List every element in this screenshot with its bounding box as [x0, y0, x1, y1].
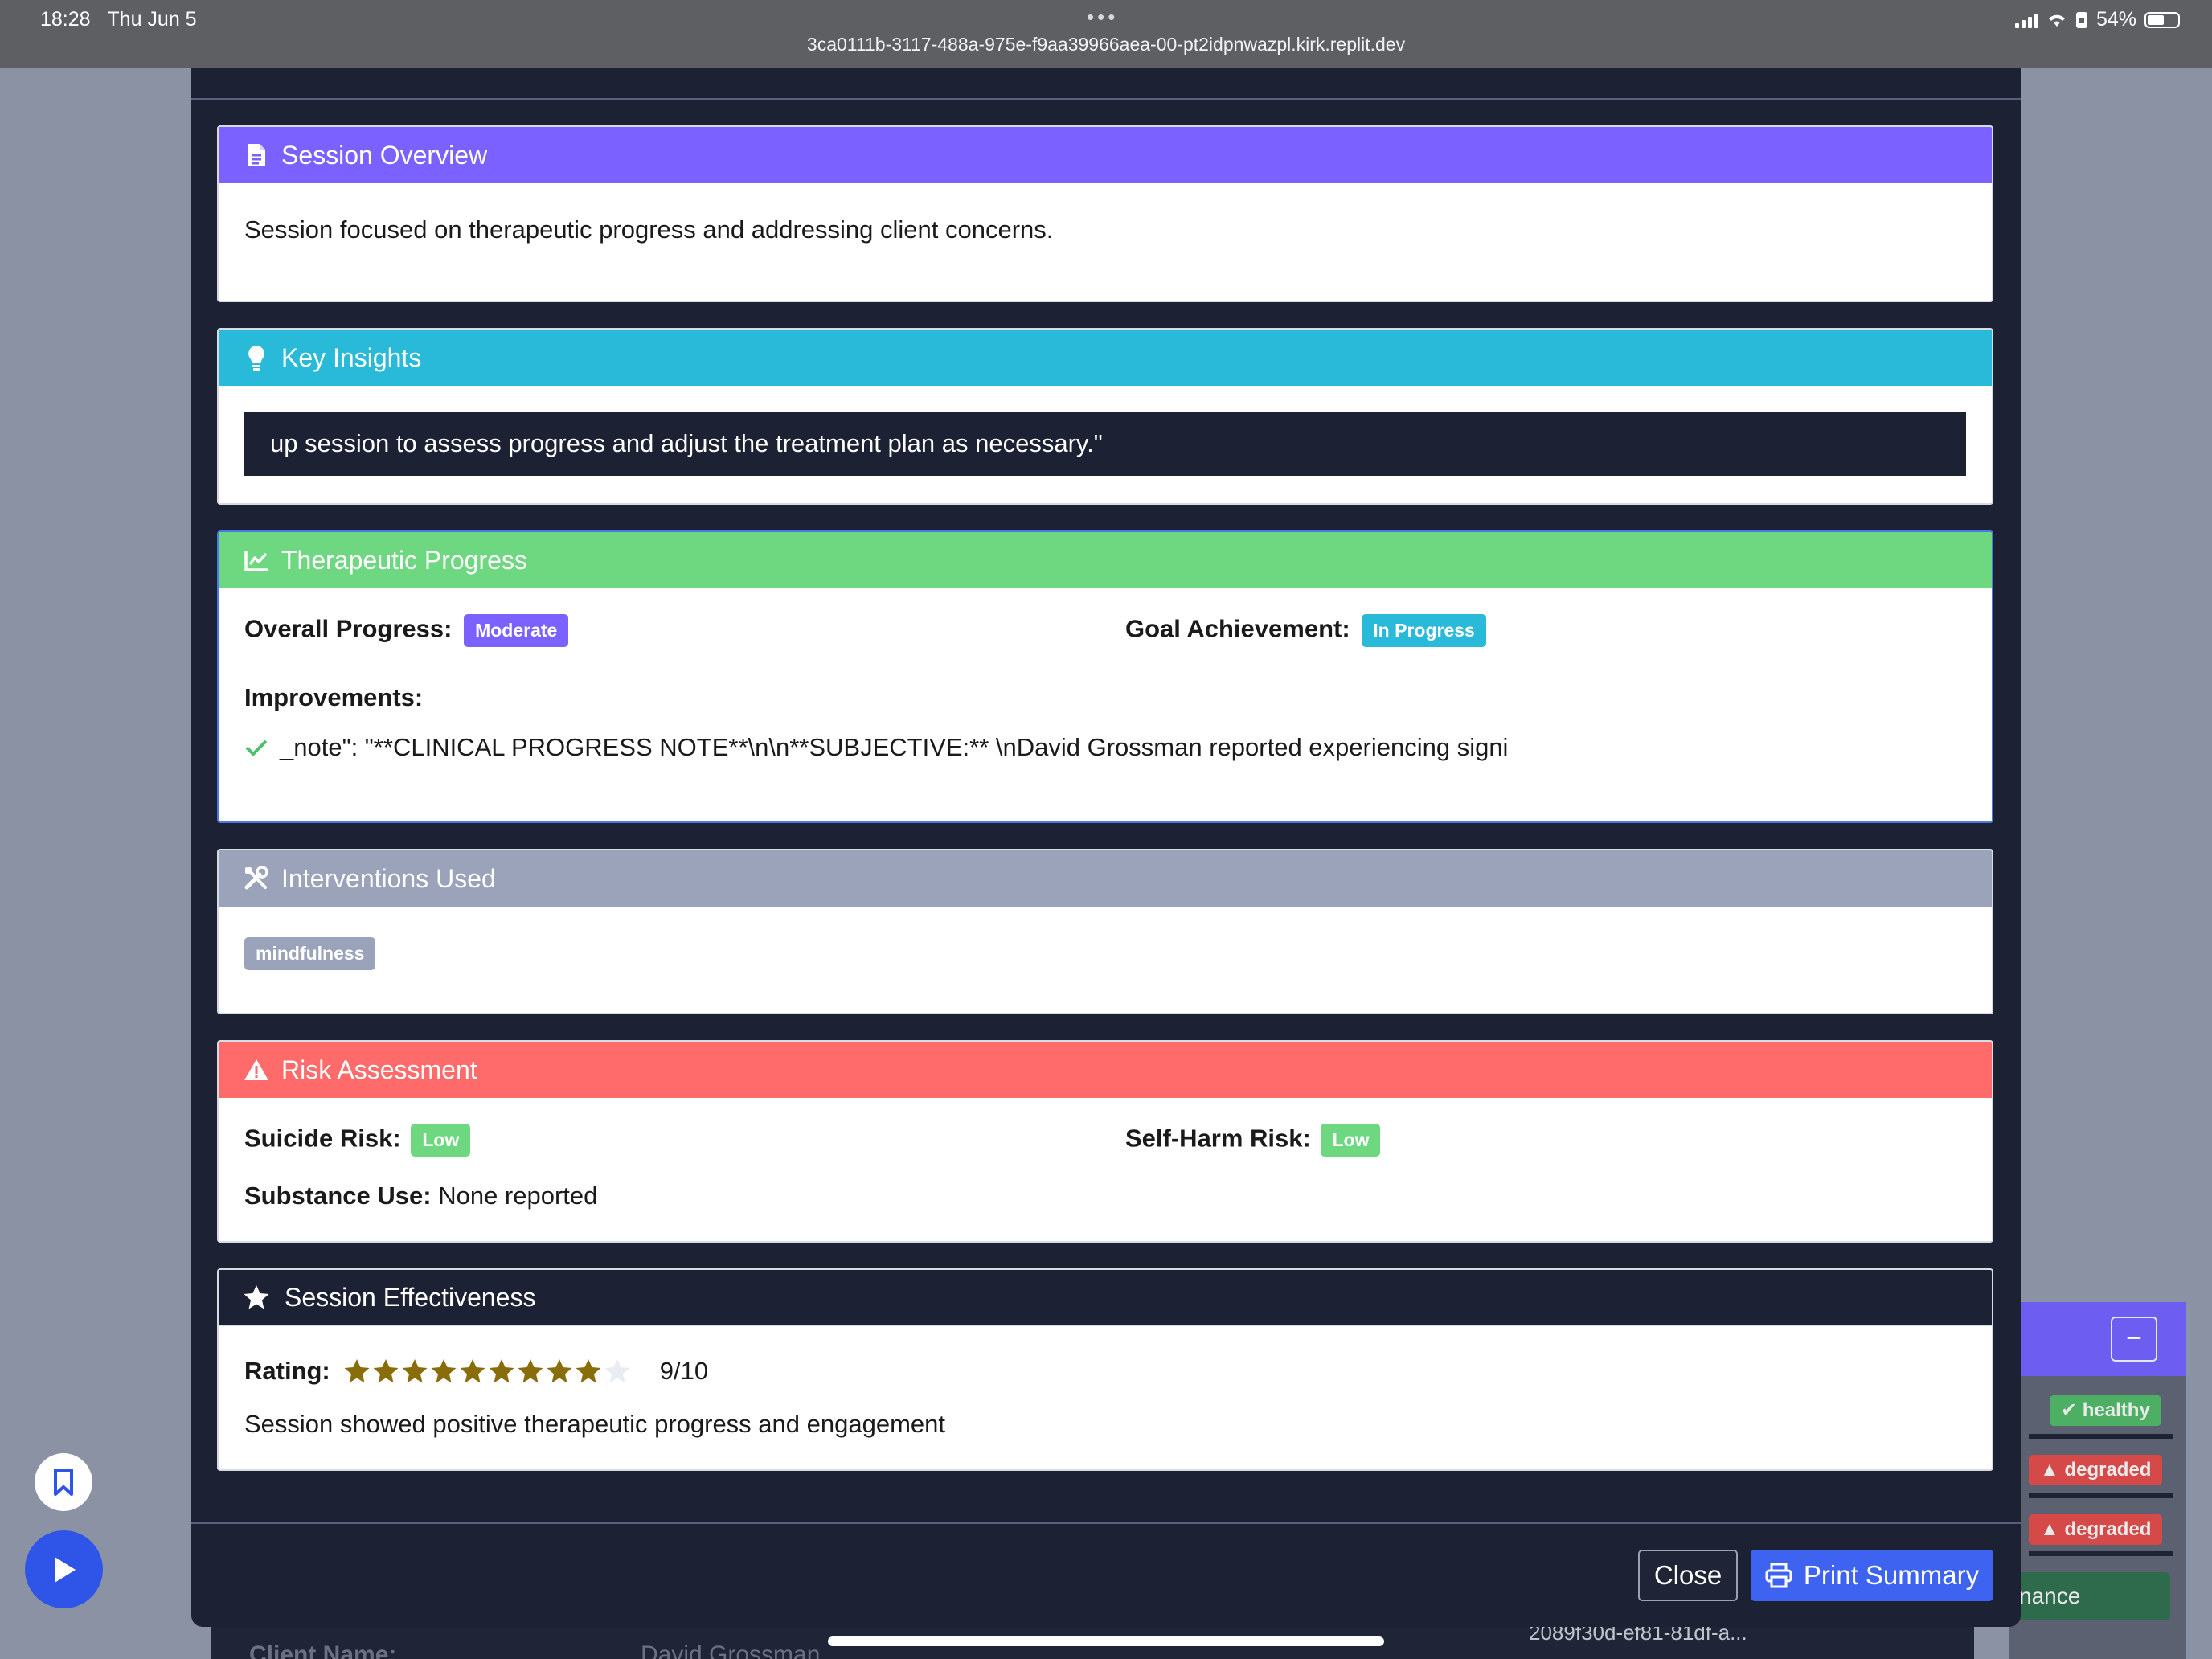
- card-title: Risk Assessment: [281, 1055, 477, 1084]
- tools-icon: [243, 865, 270, 892]
- session-summary-modal: Session Overview Session focused on ther…: [191, 68, 2021, 1627]
- star-filled-icon: [373, 1359, 399, 1383]
- interventions-card: Interventions Used mindfulness: [217, 849, 1993, 1014]
- goal-achievement-label: Goal Achievement:: [1125, 614, 1350, 643]
- home-indicator[interactable]: [828, 1636, 1384, 1646]
- degraded-badge: ▲ degraded: [2029, 1514, 2163, 1545]
- print-summary-label: Print Summary: [1803, 1560, 1980, 1590]
- battery-icon: [2144, 11, 2180, 28]
- star-filled-icon: [402, 1359, 428, 1383]
- warning-icon: [243, 1056, 270, 1083]
- overall-progress-label: Overall Progress:: [244, 614, 453, 643]
- suicide-risk: Suicide Risk: Low: [244, 1124, 471, 1157]
- star-filled-icon: [518, 1359, 543, 1383]
- rating-label: Rating:: [244, 1357, 330, 1385]
- suicide-risk-badge: Low: [411, 1124, 471, 1157]
- collapse-button[interactable]: −: [2111, 1317, 2157, 1362]
- insight-text: up session to assess progress and adjust…: [270, 429, 1103, 457]
- star-filled-icon: [344, 1359, 370, 1383]
- card-title: Key Insights: [281, 342, 422, 372]
- play-icon: [54, 1556, 76, 1583]
- substance-use-label: Substance Use:: [244, 1182, 432, 1210]
- printer-icon: [1765, 1563, 1792, 1588]
- background-status-panel: − ✔ healthy ▲ degraded ▲ degraded nance: [2009, 1302, 2186, 1659]
- status-time: 18:28 Thu Jun 5: [40, 8, 197, 31]
- status-indicators: 54%: [2014, 8, 2180, 31]
- session-effectiveness-header: Session Effectiveness: [219, 1270, 1992, 1326]
- self-harm-risk-label: Self-Harm Risk:: [1125, 1124, 1311, 1153]
- check-circle-icon: ✔: [2061, 1399, 2078, 1421]
- card-title: Session Effectiveness: [285, 1282, 536, 1312]
- star-filled-icon: [431, 1359, 457, 1383]
- goal-achievement-badge: In Progress: [1362, 614, 1486, 647]
- url-bar[interactable]: 3ca0111b-3117-488a-975e-f9aa39966aea-00-…: [0, 34, 2212, 55]
- bookmark-icon: [54, 1469, 73, 1496]
- session-effectiveness-card: Session Effectiveness Rating: 9/10 Sessi…: [217, 1268, 1993, 1471]
- degraded-badge: ▲ degraded: [2029, 1455, 2163, 1485]
- star-icon: [243, 1284, 270, 1311]
- signal-icon: [2014, 12, 2038, 28]
- check-icon: [245, 739, 268, 756]
- lock-rotation-icon: [2075, 11, 2087, 28]
- key-insights-card: Key Insights up session to assess progre…: [217, 328, 1993, 505]
- card-title: Interventions Used: [281, 863, 496, 893]
- background-panel-header: −: [2009, 1302, 2186, 1376]
- client-name-label: Client Name:: [249, 1641, 397, 1659]
- rating-value: 9/10: [659, 1357, 709, 1385]
- play-button[interactable]: [25, 1530, 103, 1608]
- therapeutic-progress-card: Therapeutic Progress Overall Progress: M…: [217, 530, 1993, 823]
- card-title: Therapeutic Progress: [281, 545, 527, 575]
- improvements-label: Improvements:: [244, 683, 424, 711]
- chart-line-icon: [243, 547, 270, 574]
- session-overview-header: Session Overview: [219, 127, 1992, 183]
- suicide-risk-label: Suicide Risk:: [244, 1124, 401, 1153]
- overall-progress: Overall Progress: Moderate: [244, 614, 569, 647]
- session-overview-card: Session Overview Session focused on ther…: [217, 125, 1993, 302]
- improvement-text: _note": "**CLINICAL PROGRESS NOTE**\n\n*…: [280, 733, 1509, 761]
- battery-percent: 54%: [2095, 8, 2136, 31]
- therapeutic-progress-header: Therapeutic Progress: [219, 532, 1992, 588]
- risk-assessment-card: Risk Assessment Suicide Risk: Low Self-H…: [217, 1040, 1993, 1243]
- card-title: Session Overview: [281, 140, 488, 170]
- substance-use: Substance Use: None reported: [244, 1182, 597, 1210]
- close-button[interactable]: Close: [1638, 1550, 1738, 1601]
- star-filled-icon: [460, 1359, 485, 1383]
- star-filled-icon: [576, 1359, 601, 1383]
- self-harm-risk: Self-Harm Risk: Low: [1125, 1124, 1381, 1157]
- session-overview-text: Session focused on therapeutic progress …: [244, 215, 1054, 244]
- interventions-header: Interventions Used: [219, 850, 1992, 907]
- rating-stars: [343, 1358, 631, 1384]
- document-icon: [243, 141, 270, 169]
- insight-item: up session to assess progress and adjust…: [244, 412, 1966, 476]
- status-bar: 18:28 Thu Jun 5 ••• 3ca0111b-3117-488a-9…: [0, 0, 2212, 68]
- lightbulb-icon: [243, 344, 270, 371]
- key-insights-header: Key Insights: [219, 330, 1992, 386]
- substance-use-value: None reported: [438, 1182, 598, 1210]
- improvement-item: _note": "**CLINICAL PROGRESS NOTE**\n\n*…: [244, 733, 1508, 762]
- intervention-tag: mindfulness: [244, 937, 376, 970]
- overall-progress-badge: Moderate: [464, 614, 569, 647]
- risk-assessment-header: Risk Assessment: [219, 1042, 1992, 1098]
- warning-icon: ▲: [2040, 1518, 2059, 1540]
- print-summary-button[interactable]: Print Summary: [1751, 1550, 1993, 1601]
- star-filled-icon: [489, 1359, 514, 1383]
- star-empty-icon: [604, 1359, 630, 1383]
- goal-achievement: Goal Achievement: In Progress: [1125, 614, 1486, 647]
- star-filled-icon: [547, 1359, 572, 1383]
- client-name-value: David Grossman: [641, 1641, 821, 1659]
- modal-header-divider: [191, 98, 2021, 100]
- session-id: 2089f30d-ef81-81df-a...: [1529, 1624, 1747, 1645]
- warning-icon: ▲: [2040, 1459, 2059, 1481]
- multitask-dots[interactable]: •••: [1087, 5, 1118, 30]
- wifi-icon: [2048, 14, 2065, 27]
- healthy-badge: ✔ healthy: [2050, 1395, 2161, 1426]
- modal-footer-divider: [191, 1522, 2021, 1524]
- effectiveness-summary: Session showed positive therapeutic prog…: [244, 1410, 945, 1438]
- rating-row: Rating: 9/10: [244, 1357, 708, 1386]
- background-button[interactable]: nance: [2009, 1572, 2170, 1620]
- bookmark-button[interactable]: [35, 1453, 92, 1511]
- self-harm-risk-badge: Low: [1321, 1124, 1381, 1157]
